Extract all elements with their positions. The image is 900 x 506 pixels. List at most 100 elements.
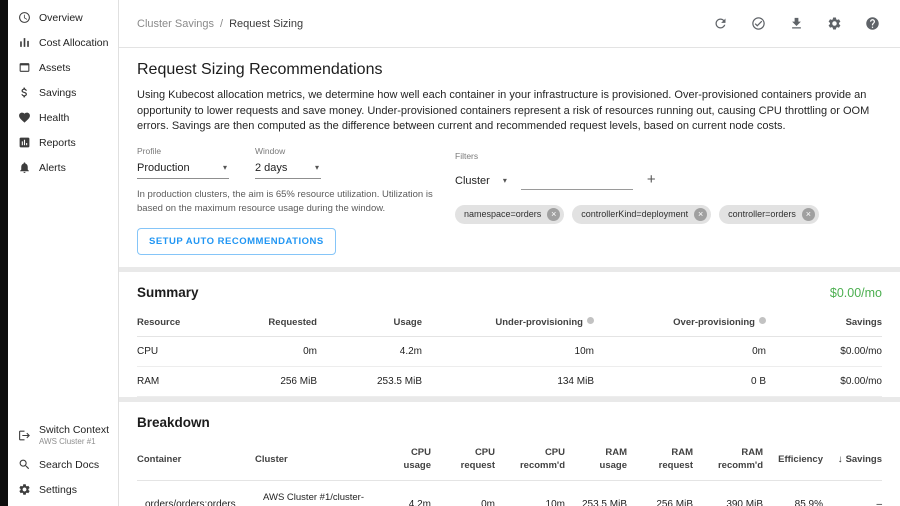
cost-allocation-icon bbox=[18, 36, 31, 49]
cell-resource: CPU bbox=[137, 337, 217, 367]
sidebar-item-label: Health bbox=[39, 112, 69, 124]
info-icon[interactable] bbox=[587, 317, 594, 324]
column-header-efficiency[interactable]: Efficiency bbox=[763, 439, 823, 480]
setup-auto-recommendations-button[interactable]: SETUP AUTO RECOMMENDATIONS bbox=[137, 228, 336, 255]
cell-efficiency: 85.9% bbox=[763, 481, 823, 506]
main-area: Cluster Savings / Request Sizing Request… bbox=[119, 0, 900, 506]
filter-type-select[interactable]: Cluster ▾ bbox=[455, 175, 507, 190]
column-header-cluster[interactable]: Cluster bbox=[255, 439, 373, 480]
assets-icon bbox=[18, 61, 31, 74]
request-sizing-card: Request Sizing Recommendations Using Kub… bbox=[119, 48, 900, 267]
sidebar-nav: Overview Cost Allocation Assets Savings … bbox=[8, 5, 118, 180]
profile-value: Production bbox=[137, 162, 190, 174]
column-header-ram-request[interactable]: RAMrequest bbox=[627, 439, 693, 480]
column-header-resource: Resource bbox=[137, 309, 217, 337]
sidebar-item-health[interactable]: Health bbox=[8, 105, 118, 130]
sidebar-item-reports[interactable]: Reports bbox=[8, 130, 118, 155]
table-row: CPU 0m 4.2m 10m 0m $0.00/mo bbox=[137, 337, 882, 367]
window-label: Window bbox=[255, 146, 321, 156]
page-description: Using Kubecost allocation metrics, we de… bbox=[137, 88, 882, 135]
cell-under: 134 MiB bbox=[422, 367, 594, 397]
window-select[interactable]: 2 days ▾ bbox=[255, 160, 321, 179]
alerts-icon bbox=[18, 161, 31, 174]
cell-under: 10m bbox=[422, 337, 594, 367]
filter-chips: namespace=orders × controllerKind=deploy… bbox=[455, 205, 819, 224]
cell-over: 0m bbox=[594, 337, 766, 367]
table-row[interactable]: orders/orders:orders AWS Cluster #1/clus… bbox=[137, 481, 882, 506]
check-circle-icon[interactable] bbox=[751, 16, 766, 31]
sidebar-footer: Switch Context AWS Cluster #1 Search Doc… bbox=[8, 418, 118, 502]
close-icon[interactable]: × bbox=[802, 208, 815, 221]
savings-icon bbox=[18, 86, 31, 99]
sidebar-item-cost-allocation[interactable]: Cost Allocation bbox=[8, 30, 118, 55]
content-area: Request Sizing Recommendations Using Kub… bbox=[119, 48, 900, 506]
column-header-savings-sorted[interactable]: ↓Savings bbox=[823, 439, 882, 480]
cell-savings: $0.00/mo bbox=[766, 367, 882, 397]
profile-label: Profile bbox=[137, 146, 229, 156]
cell-cpu-request: 0m bbox=[431, 481, 495, 506]
sidebar-item-switch-context[interactable]: Switch Context AWS Cluster #1 bbox=[8, 418, 118, 452]
column-header-cpu-request[interactable]: CPUrequest bbox=[431, 439, 495, 480]
column-header-usage: Usage bbox=[317, 309, 422, 337]
info-icon[interactable] bbox=[759, 317, 766, 324]
table-row: RAM 256 MiB 253.5 MiB 134 MiB 0 B $0.00/… bbox=[137, 367, 882, 397]
cell-cluster: AWS Cluster #1/cluster-one bbox=[255, 481, 373, 506]
breadcrumb: Cluster Savings / Request Sizing bbox=[137, 18, 303, 30]
sidebar-item-assets[interactable]: Assets bbox=[8, 55, 118, 80]
download-icon[interactable] bbox=[789, 16, 804, 31]
cell-requested: 256 MiB bbox=[217, 367, 317, 397]
help-icon[interactable] bbox=[865, 16, 880, 31]
sidebar-item-overview[interactable]: Overview bbox=[8, 5, 118, 30]
refresh-icon[interactable] bbox=[713, 16, 728, 31]
sidebar-item-label: Overview bbox=[39, 12, 83, 24]
cell-resource: RAM bbox=[137, 367, 217, 397]
profile-select[interactable]: Production ▾ bbox=[137, 160, 229, 179]
health-icon bbox=[18, 111, 31, 124]
column-header-ram-recommended[interactable]: RAMrecomm'd bbox=[693, 439, 763, 480]
cell-savings: $0.00/mo bbox=[766, 337, 882, 367]
column-header-ram-usage[interactable]: RAMusage bbox=[565, 439, 627, 480]
settings-icon[interactable] bbox=[827, 16, 842, 31]
profile-field: Profile Production ▾ bbox=[137, 146, 229, 179]
chevron-down-icon: ▾ bbox=[315, 163, 319, 172]
summary-total-savings: $0.00/mo bbox=[830, 286, 882, 300]
column-header-under-provisioning: Under-provisioning bbox=[422, 309, 594, 337]
filter-value-input[interactable] bbox=[521, 172, 633, 190]
column-header-container[interactable]: Container bbox=[137, 439, 255, 480]
cell-container: orders/orders:orders bbox=[137, 481, 255, 506]
breadcrumb-parent[interactable]: Cluster Savings bbox=[137, 18, 214, 30]
sidebar-item-settings[interactable]: Settings bbox=[8, 477, 118, 502]
summary-table: Resource Requested Usage Under-provision… bbox=[137, 309, 882, 397]
window-field: Window 2 days ▾ bbox=[255, 146, 321, 179]
filter-type-value: Cluster bbox=[455, 175, 490, 187]
current-cluster-label: AWS Cluster #1 bbox=[39, 437, 109, 446]
profile-window-column: Profile Production ▾ Window 2 days bbox=[137, 146, 449, 256]
summary-header-row: Resource Requested Usage Under-provision… bbox=[137, 309, 882, 337]
add-filter-button[interactable]: + bbox=[647, 172, 656, 190]
sidebar-item-label: Alerts bbox=[39, 162, 66, 174]
breakdown-header-row: Container Cluster CPUusage CPUrequest CP… bbox=[137, 439, 882, 480]
sidebar-item-search-docs[interactable]: Search Docs bbox=[8, 452, 118, 477]
window-edge bbox=[0, 0, 8, 506]
overview-icon bbox=[18, 11, 31, 24]
breakdown-title: Breakdown bbox=[137, 415, 210, 430]
cell-cpu-usage: 4.2m bbox=[373, 481, 431, 506]
close-icon[interactable]: × bbox=[694, 208, 707, 221]
cell-requested: 0m bbox=[217, 337, 317, 367]
sidebar-item-savings[interactable]: Savings bbox=[8, 80, 118, 105]
sort-descending-icon: ↓ bbox=[838, 454, 843, 465]
filter-chip-label: controllerKind=deployment bbox=[581, 209, 688, 219]
filters-section: Filters Cluster ▾ + namespace=orders bbox=[455, 146, 819, 256]
breadcrumb-current: Request Sizing bbox=[229, 18, 303, 30]
breakdown-table: Container Cluster CPUusage CPUrequest CP… bbox=[137, 439, 882, 506]
cell-usage: 4.2m bbox=[317, 337, 422, 367]
cell-over: 0 B bbox=[594, 367, 766, 397]
chevron-down-icon: ▾ bbox=[223, 163, 227, 172]
column-header-savings: Savings bbox=[766, 309, 882, 337]
column-header-cpu-usage[interactable]: CPUusage bbox=[373, 439, 431, 480]
sidebar-item-alerts[interactable]: Alerts bbox=[8, 155, 118, 180]
column-header-cpu-recommended[interactable]: CPUrecomm'd bbox=[495, 439, 565, 480]
switch-context-icon bbox=[18, 429, 31, 442]
sidebar-item-label: Assets bbox=[39, 62, 71, 74]
close-icon[interactable]: × bbox=[547, 208, 560, 221]
